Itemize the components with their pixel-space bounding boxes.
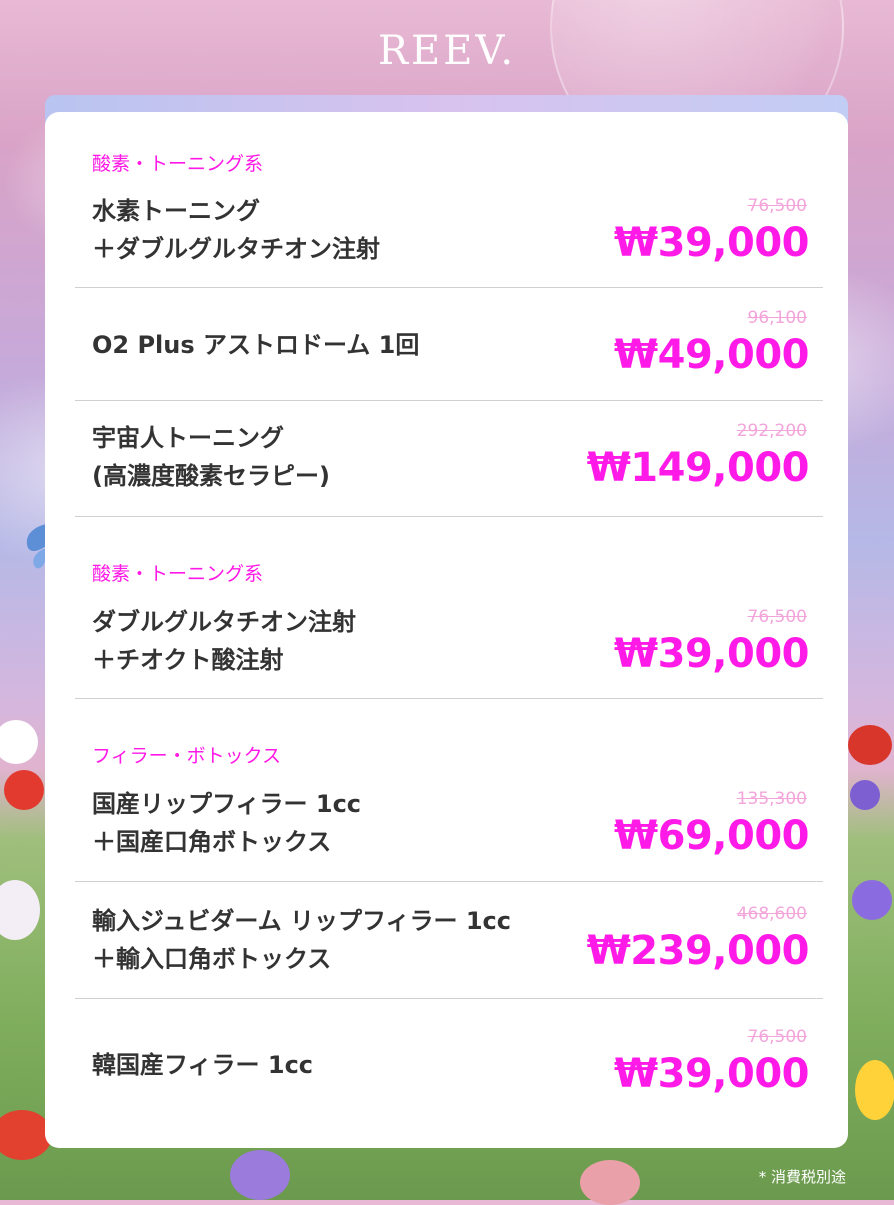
- original-price: 468,600: [736, 904, 807, 924]
- price-row: O2 Plus アストロドーム 1回 96,100 ₩49,000: [75, 288, 823, 401]
- price-list-card: 酸素・トーニング系 水素トーニング ＋ダブルグルタチオン注射 76,500 ₩3…: [45, 112, 848, 1148]
- sale-price: ₩39,000: [614, 1051, 809, 1097]
- treatment-name: 国産リップフィラー 1cc ＋国産口角ボトックス: [92, 790, 362, 856]
- treatment-name: 輸入ジュビダーム リップフィラー 1cc ＋輸入口角ボトックス: [92, 907, 511, 973]
- price-row: 宇宙人トーニング (高濃度酸素セラピー) 292,200 ₩149,000: [75, 401, 823, 517]
- category-label: 酸素・トーニング系: [92, 153, 264, 175]
- treatment-name: 水素トーニング ＋ダブルグルタチオン注射: [92, 197, 380, 263]
- flower-decoration: [852, 880, 892, 920]
- treatment-name: ダブルグルタチオン注射 ＋チオクト酸注射: [92, 608, 356, 674]
- price-row: 酸素・トーニング系 水素トーニング ＋ダブルグルタチオン注射 76,500 ₩3…: [75, 112, 823, 288]
- original-price: 292,200: [736, 421, 807, 441]
- original-price: 76,500: [747, 1027, 807, 1047]
- category-label: フィラー・ボトックス: [92, 745, 282, 767]
- sale-price: ₩69,000: [614, 813, 809, 859]
- original-price: 76,500: [747, 607, 807, 627]
- original-price: 96,100: [747, 308, 807, 328]
- price-row: フィラー・ボトックス 国産リップフィラー 1cc ＋国産口角ボトックス 135,…: [75, 699, 823, 882]
- sale-price: ₩39,000: [614, 631, 809, 677]
- flower-decoration: [580, 1160, 640, 1205]
- flower-decoration: [850, 780, 880, 810]
- price-row: 酸素・トーニング系 ダブルグルタチオン注射 ＋チオクト酸注射 76,500 ₩3…: [75, 517, 823, 699]
- price-row: 韓国産フィラー 1cc 76,500 ₩39,000: [75, 999, 823, 1139]
- treatment-name: 宇宙人トーニング (高濃度酸素セラピー): [92, 424, 330, 490]
- flower-decoration: [230, 1150, 290, 1200]
- flower-decoration: [848, 725, 892, 765]
- treatment-name: 韓国産フィラー 1cc: [92, 1051, 314, 1079]
- flower-decoration: [855, 1060, 894, 1120]
- price-row: 輸入ジュビダーム リップフィラー 1cc ＋輸入口角ボトックス 468,600 …: [75, 882, 823, 999]
- original-price: 76,500: [747, 196, 807, 216]
- brand-logo: REEV.: [377, 28, 517, 74]
- sale-price: ₩239,000: [586, 928, 810, 974]
- sale-price: ₩149,000: [586, 445, 810, 491]
- treatment-name: O2 Plus アストロドーム 1回: [92, 331, 420, 359]
- sale-price: ₩49,000: [614, 332, 809, 378]
- original-price: 135,300: [736, 789, 807, 809]
- category-label: 酸素・トーニング系: [92, 563, 264, 585]
- flower-decoration: [4, 770, 44, 810]
- tax-footnote: * 消費税別途: [758, 1168, 846, 1186]
- flower-decoration: [0, 720, 38, 764]
- sale-price: ₩39,000: [614, 220, 809, 266]
- flower-decoration: [0, 880, 40, 940]
